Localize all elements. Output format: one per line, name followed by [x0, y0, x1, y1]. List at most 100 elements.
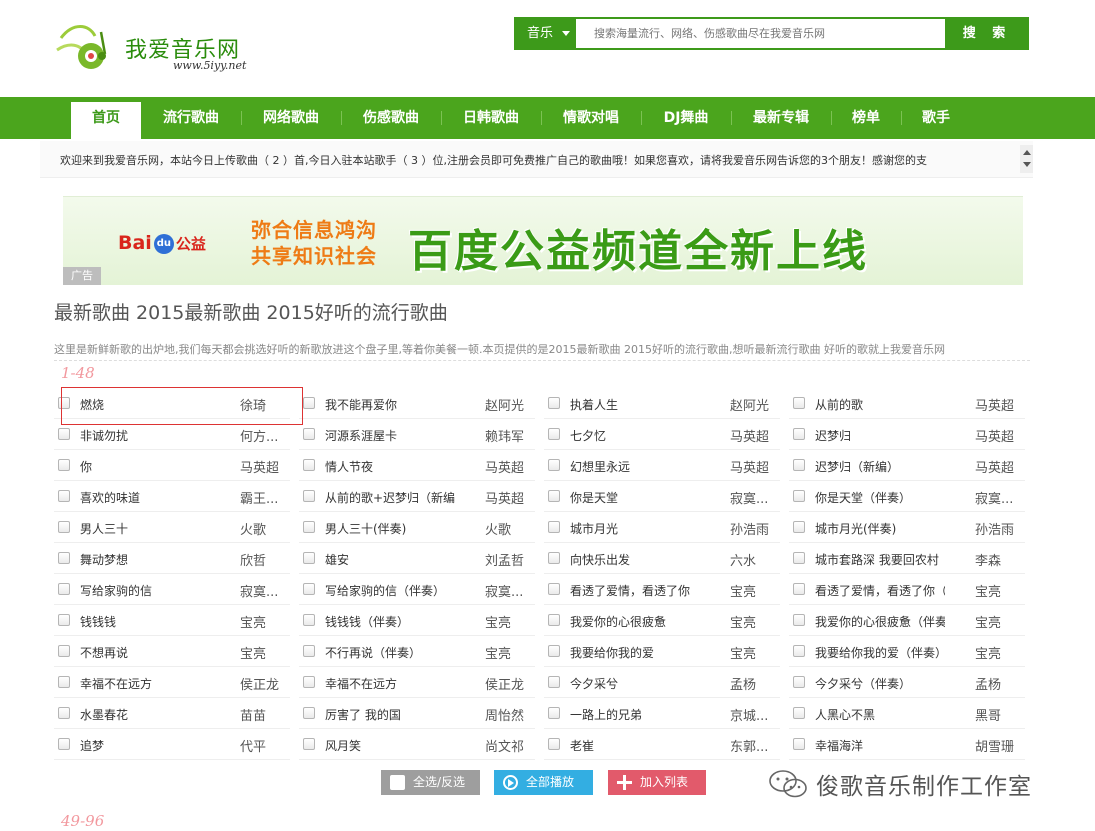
song-artist-link[interactable]: 宝亮 — [240, 612, 290, 631]
song-item[interactable]: 从前的歌 马英超 — [789, 388, 1025, 419]
song-item[interactable]: 河源系涯屋卡 赖玮军 — [299, 419, 535, 450]
nav-item-singers[interactable]: 歌手 — [901, 97, 971, 139]
song-artist-link[interactable]: 霸王... — [240, 488, 290, 507]
song-artist-link[interactable]: 周怡然 — [485, 705, 535, 724]
song-title-link[interactable]: 看透了爱情，看透了你（伴... — [815, 582, 945, 599]
song-checkbox[interactable] — [793, 614, 805, 626]
song-title-link[interactable]: 我要给你我的爱 — [570, 644, 700, 661]
song-checkbox[interactable] — [548, 614, 560, 626]
song-checkbox[interactable] — [303, 428, 315, 440]
song-artist-link[interactable]: 赖玮军 — [485, 426, 535, 445]
ad-banner[interactable]: Bai du 公益 弥合信息鸿沟 共享知识社会 百度公益频道全新上线 广告 — [63, 196, 1023, 285]
song-artist-link[interactable]: 何方... — [240, 426, 290, 445]
song-item[interactable]: 情人节夜 马英超 — [299, 450, 535, 481]
song-artist-link[interactable]: 寂寞... — [975, 488, 1025, 507]
song-checkbox[interactable] — [303, 552, 315, 564]
search-category-dropdown[interactable]: 音乐 — [516, 19, 576, 48]
song-title-link[interactable]: 情人节夜 — [325, 458, 455, 475]
song-artist-link[interactable]: 代平 — [240, 736, 290, 755]
song-item[interactable]: 追梦 代平 — [54, 729, 290, 760]
song-item[interactable]: 一路上的兄弟 京城... — [544, 698, 780, 729]
song-checkbox[interactable] — [548, 738, 560, 750]
song-item[interactable]: 迟梦归 马英超 — [789, 419, 1025, 450]
song-title-link[interactable]: 厉害了 我的国 — [325, 706, 455, 723]
song-item[interactable]: 写给家驹的信（伴奏） 寂寞... — [299, 574, 535, 605]
song-title-link[interactable]: 风月笑 — [325, 737, 455, 754]
song-checkbox[interactable] — [548, 428, 560, 440]
song-title-link[interactable]: 写给家驹的信（伴奏） — [325, 582, 455, 599]
song-item[interactable]: 男人三十 火歌 — [54, 512, 290, 543]
song-artist-link[interactable]: 刘孟哲 — [485, 550, 535, 569]
nav-item-sad[interactable]: 伤感歌曲 — [341, 97, 441, 139]
song-title-link[interactable]: 非诚勿扰 — [80, 427, 210, 444]
notice-scroller[interactable] — [1020, 145, 1033, 173]
song-title-link[interactable]: 我不能再爱你 — [325, 396, 455, 413]
add-to-list-button[interactable]: 加入列表 — [608, 770, 706, 795]
song-title-link[interactable]: 老崔 — [570, 737, 700, 754]
song-item[interactable]: 写给家驹的信 寂寞... — [54, 574, 290, 605]
song-checkbox[interactable] — [548, 459, 560, 471]
song-checkbox[interactable] — [303, 521, 315, 533]
song-item[interactable]: 幻想里永远 马英超 — [544, 450, 780, 481]
song-artist-link[interactable]: 宝亮 — [240, 643, 290, 662]
song-artist-link[interactable]: 宝亮 — [975, 643, 1025, 662]
song-artist-link[interactable]: 马英超 — [485, 457, 535, 476]
song-checkbox[interactable] — [303, 490, 315, 502]
song-artist-link[interactable]: 马英超 — [730, 457, 780, 476]
song-checkbox[interactable] — [303, 583, 315, 595]
song-artist-link[interactable]: 李森 — [975, 550, 1025, 569]
song-title-link[interactable]: 你是天堂 — [570, 489, 700, 506]
song-item[interactable]: 城市套路深 我要回农村 李森 — [789, 543, 1025, 574]
song-item[interactable]: 钱钱钱（伴奏） 宝亮 — [299, 605, 535, 636]
song-item[interactable]: 我爱你的心很疲惫（伴奏） 宝亮 — [789, 605, 1025, 636]
song-title-link[interactable]: 我要给你我的爱（伴奏） — [815, 644, 945, 661]
song-title-link[interactable]: 你是天堂（伴奏） — [815, 489, 945, 506]
song-checkbox[interactable] — [303, 738, 315, 750]
song-title-link[interactable]: 执着人生 — [570, 396, 700, 413]
song-checkbox[interactable] — [58, 459, 70, 471]
song-artist-link[interactable]: 赵阿光 — [485, 395, 535, 414]
song-checkbox[interactable] — [58, 645, 70, 657]
song-artist-link[interactable]: 寂寞... — [485, 581, 535, 600]
song-title-link[interactable]: 男人三十(伴奏) — [325, 520, 455, 537]
song-artist-link[interactable]: 苗苗 — [240, 705, 290, 724]
song-title-link[interactable]: 向快乐出发 — [570, 551, 700, 568]
song-item[interactable]: 向快乐出发 六水 — [544, 543, 780, 574]
song-item[interactable]: 看透了爱情，看透了你（伴... 宝亮 — [789, 574, 1025, 605]
song-title-link[interactable]: 看透了爱情，看透了你 — [570, 582, 700, 599]
song-checkbox[interactable] — [793, 738, 805, 750]
song-title-link[interactable]: 人黑心不黑 — [815, 706, 945, 723]
song-item[interactable]: 雄安 刘孟哲 — [299, 543, 535, 574]
nav-item-jpkr[interactable]: 日韩歌曲 — [441, 97, 541, 139]
song-title-link[interactable]: 你 — [80, 458, 210, 475]
song-checkbox[interactable] — [548, 676, 560, 688]
song-artist-link[interactable]: 京城... — [730, 705, 780, 724]
song-title-link[interactable]: 河源系涯屋卡 — [325, 427, 455, 444]
song-artist-link[interactable]: 孙浩雨 — [975, 519, 1025, 538]
song-checkbox[interactable] — [548, 552, 560, 564]
song-checkbox[interactable] — [303, 397, 315, 409]
song-checkbox[interactable] — [793, 490, 805, 502]
song-item[interactable]: 幸福不在远方 侯正龙 — [54, 667, 290, 698]
song-artist-link[interactable]: 胡雪珊 — [975, 736, 1025, 755]
song-checkbox[interactable] — [548, 645, 560, 657]
song-item[interactable]: 城市月光 孙浩雨 — [544, 512, 780, 543]
song-title-link[interactable]: 迟梦归（新编） — [815, 458, 945, 475]
scroll-down-icon[interactable] — [1023, 162, 1031, 167]
song-title-link[interactable]: 喜欢的味道 — [80, 489, 210, 506]
song-title-link[interactable]: 七夕忆 — [570, 427, 700, 444]
song-artist-link[interactable]: 孟杨 — [975, 674, 1025, 693]
song-artist-link[interactable]: 侯正龙 — [240, 674, 290, 693]
song-title-link[interactable]: 不行再说（伴奏） — [325, 644, 455, 661]
song-title-link[interactable]: 幸福海洋 — [815, 737, 945, 754]
song-checkbox[interactable] — [303, 645, 315, 657]
song-checkbox[interactable] — [58, 583, 70, 595]
song-item[interactable]: 男人三十(伴奏) 火歌 — [299, 512, 535, 543]
song-checkbox[interactable] — [58, 738, 70, 750]
song-artist-link[interactable]: 马英超 — [975, 395, 1025, 414]
song-item[interactable]: 幸福不在远方 侯正龙 — [299, 667, 535, 698]
song-title-link[interactable]: 写给家驹的信 — [80, 582, 210, 599]
song-item[interactable]: 我要给你我的爱 宝亮 — [544, 636, 780, 667]
site-logo[interactable]: 我爱音乐网 www.5iyy.net — [55, 18, 270, 78]
song-checkbox[interactable] — [548, 490, 560, 502]
